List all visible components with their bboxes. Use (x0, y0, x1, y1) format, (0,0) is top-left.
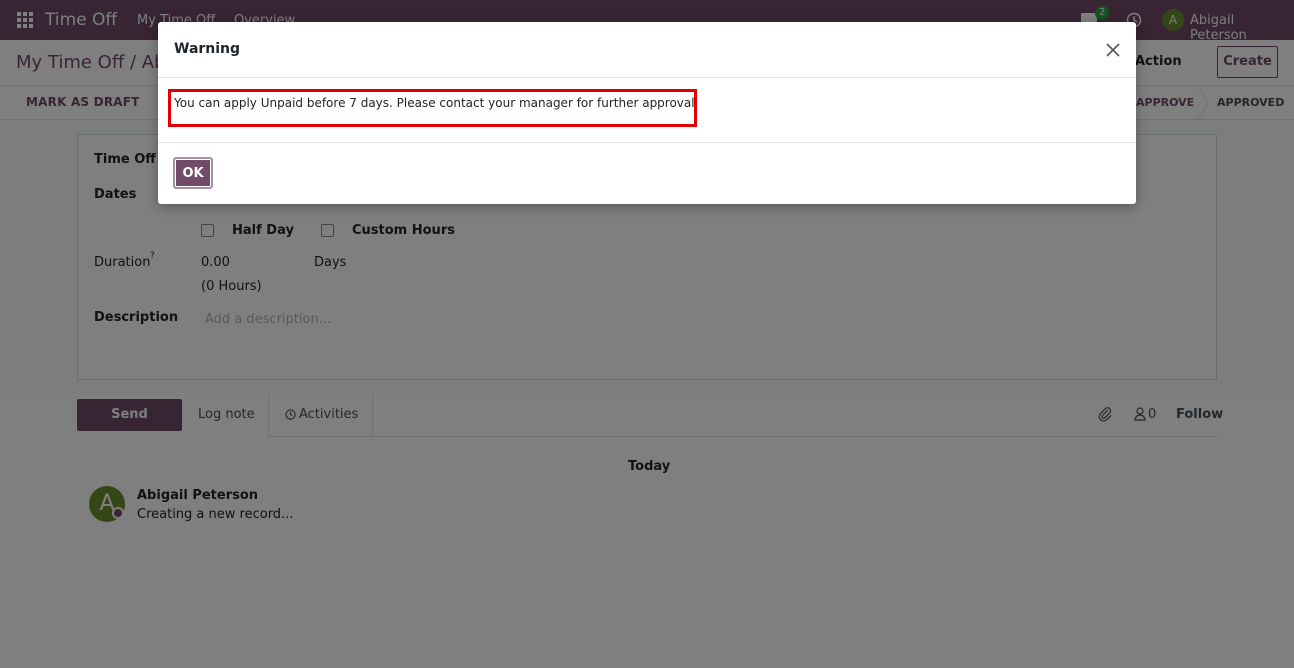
dialog-title: Warning (174, 41, 241, 57)
ok-button[interactable]: OK (173, 157, 213, 189)
close-icon[interactable] (1103, 40, 1123, 60)
message-highlight-box (168, 89, 697, 127)
dialog-header: Warning (158, 22, 1136, 78)
